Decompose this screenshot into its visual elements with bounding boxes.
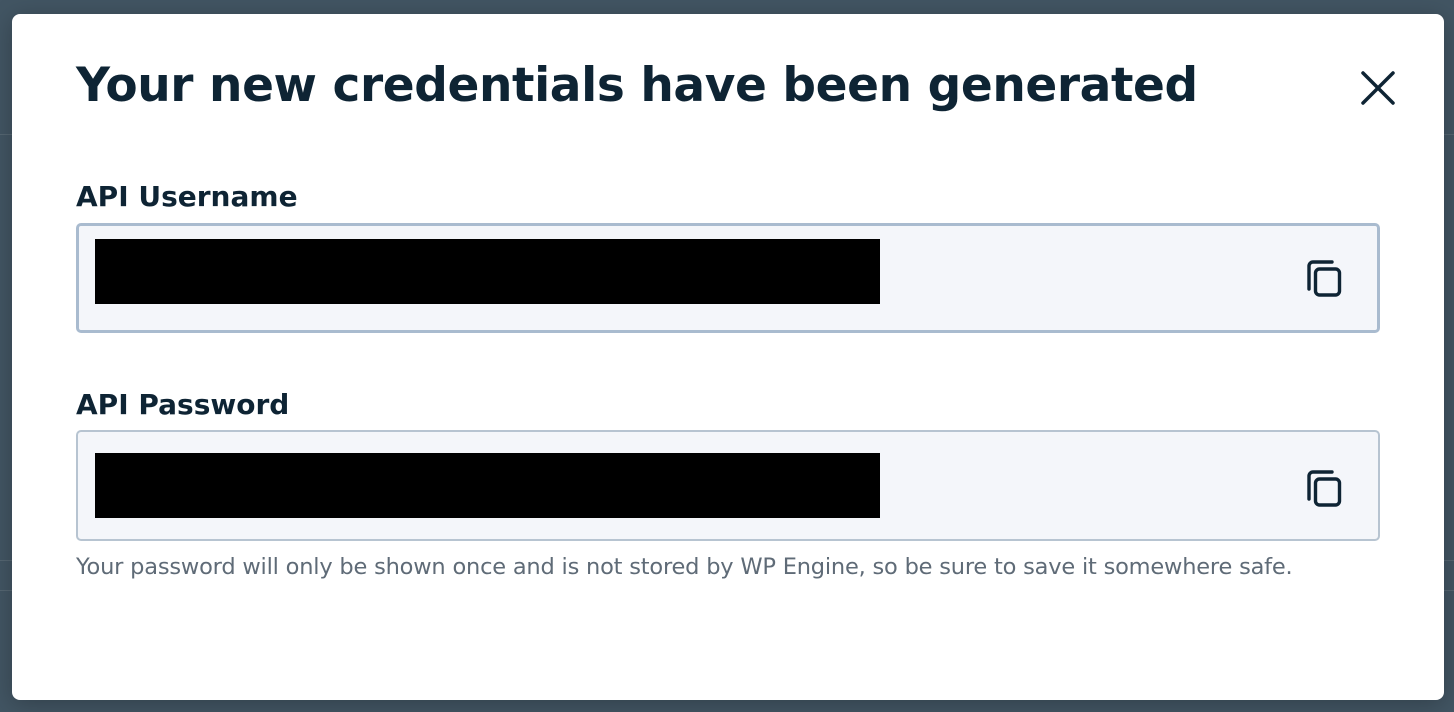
copy-username-button[interactable] <box>1297 252 1349 304</box>
api-username-field[interactable] <box>76 223 1380 333</box>
copy-password-button[interactable] <box>1297 462 1349 514</box>
close-button[interactable] <box>1356 66 1400 110</box>
api-password-field[interactable] <box>76 430 1380 541</box>
api-password-value-redacted <box>95 453 880 518</box>
api-password-label: API Password <box>76 388 290 421</box>
close-icon <box>1361 71 1395 105</box>
api-username-value-redacted <box>95 239 880 304</box>
modal-title: Your new credentials have been generated <box>76 58 1198 113</box>
password-help-text: Your password will only be shown once an… <box>76 554 1293 580</box>
api-username-label: API Username <box>76 180 298 213</box>
credentials-modal: Your new credentials have been generated… <box>12 14 1444 700</box>
copy-icon <box>1307 470 1342 507</box>
copy-icon <box>1307 260 1342 297</box>
